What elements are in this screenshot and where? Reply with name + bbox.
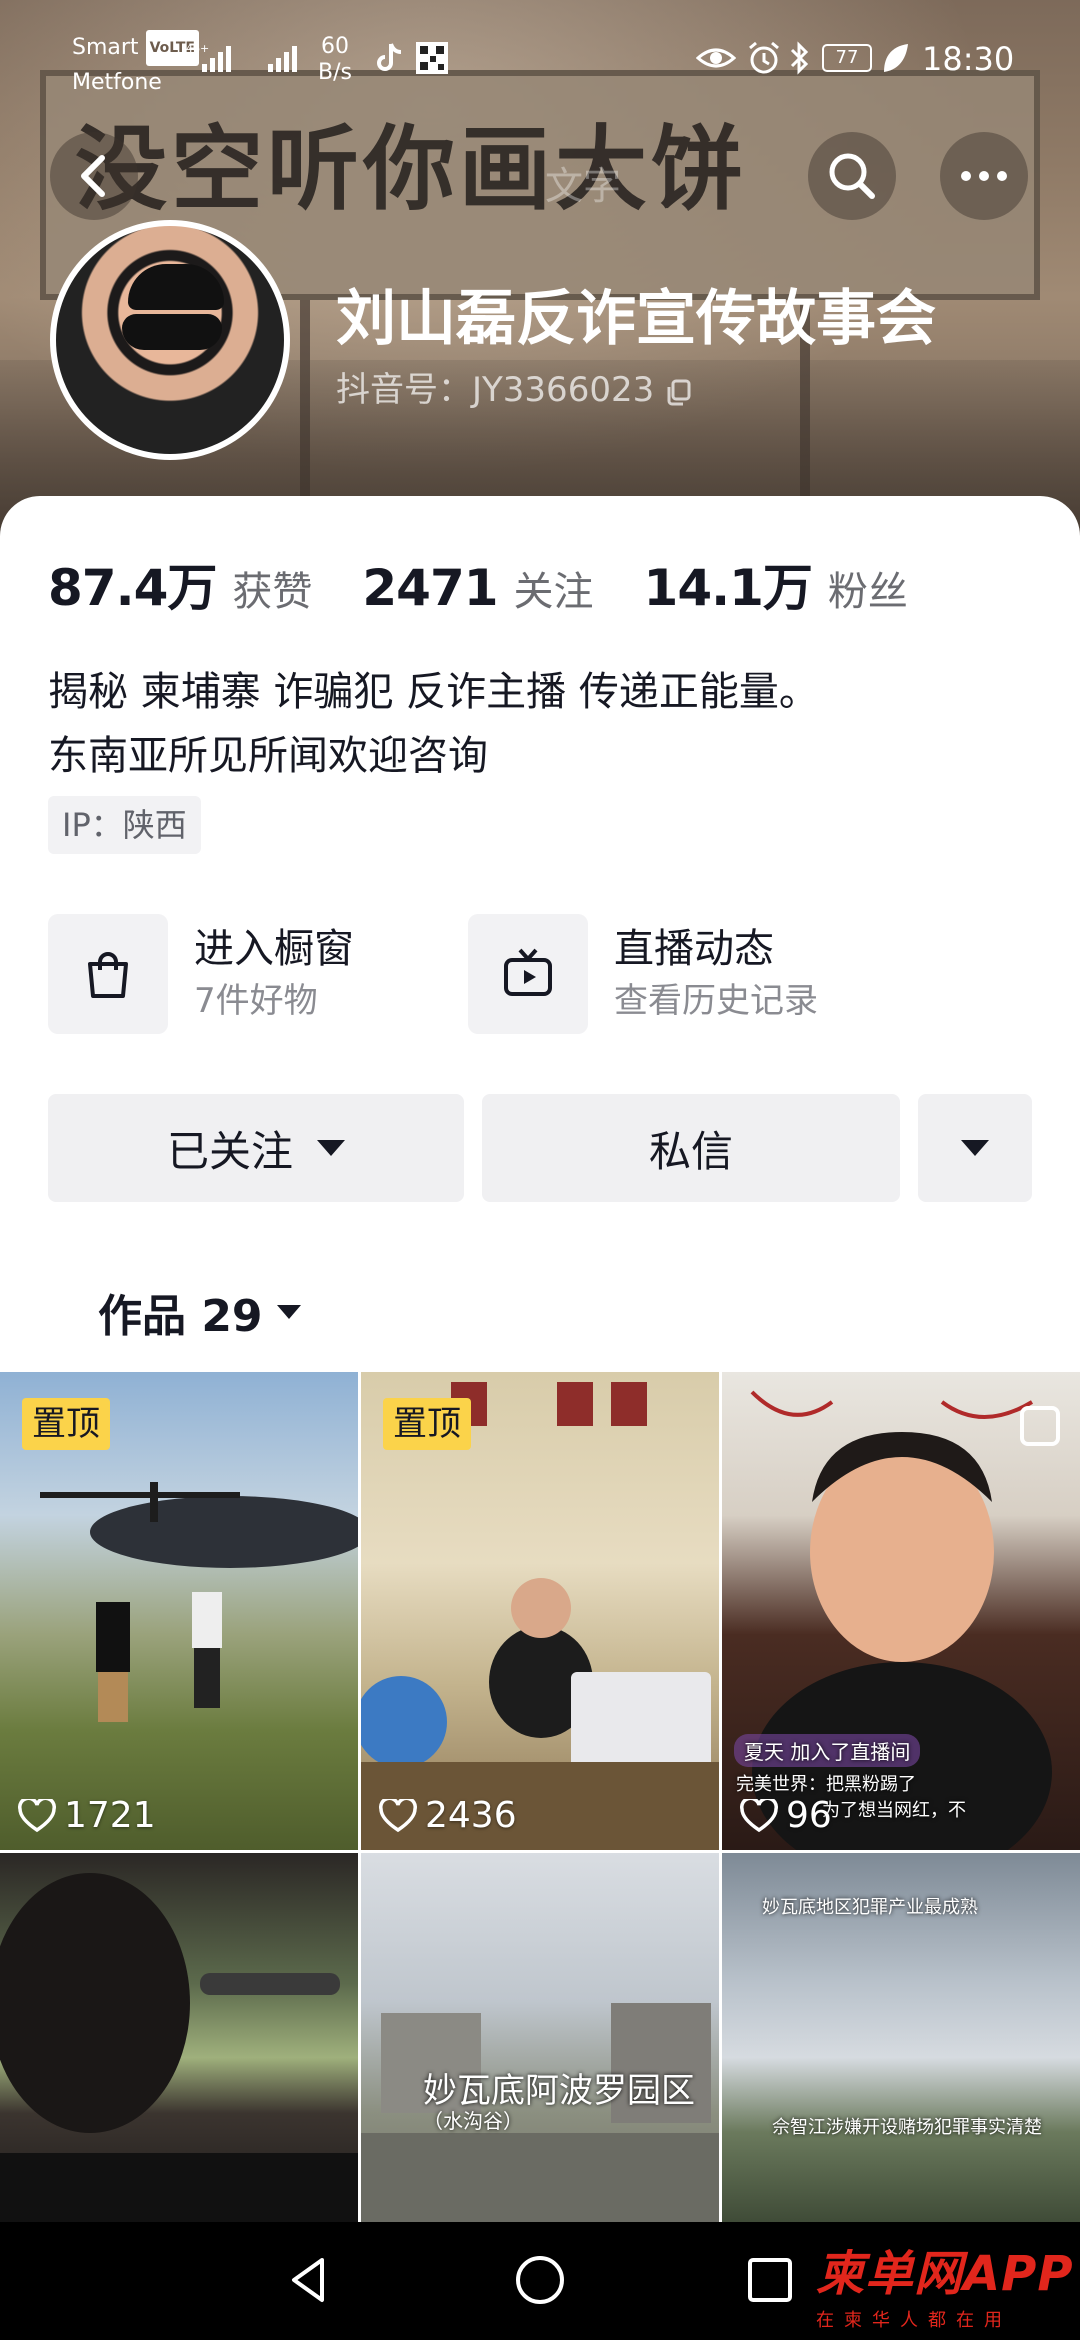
followers-count[interactable]: 14.1万	[644, 548, 813, 620]
pinned-badge: 置顶	[383, 1398, 471, 1450]
video-likes-count: 2436	[425, 1795, 517, 1836]
avatar[interactable]	[50, 220, 290, 460]
video-caption: 佘智江涉嫌开设赌场犯罪事实清楚	[772, 2117, 1042, 2138]
netspeed-unit: B/s	[318, 60, 352, 85]
car-interior-image	[0, 1873, 358, 2225]
video-thumbnail[interactable]: 置顶 2436	[361, 1372, 719, 1850]
likes-count: 87.4万	[48, 559, 217, 617]
followed-label: 已关注	[166, 1126, 293, 1176]
video-likes: 1721	[18, 1795, 156, 1836]
live-comment: 完美世界：把黑粉踢了	[736, 1774, 916, 1795]
eye-icon	[695, 40, 737, 76]
square-recents-icon	[748, 2258, 792, 2302]
video-caption-sub: （水沟谷）	[423, 2109, 523, 2133]
live-join-notice: 夏天 加入了直播间	[734, 1734, 921, 1767]
caret-down-icon	[961, 1140, 989, 1156]
nav-recents-button[interactable]	[740, 2250, 800, 2310]
shopping-bag-icon	[48, 914, 168, 1034]
bluetooth-icon	[788, 40, 824, 76]
live-history-subtitle: 查看历史记录	[614, 981, 818, 1021]
carrier-name-1: Smart	[72, 35, 139, 60]
signal-icon	[266, 40, 306, 80]
live-comment: 为了想当网红，不	[822, 1800, 966, 1821]
followed-button[interactable]: 已关注	[48, 1094, 464, 1202]
live-history-entry[interactable]: 直播动态 查看历史记录	[468, 912, 818, 1036]
avatar-hair	[128, 264, 224, 310]
douyin-id[interactable]: 抖音号：JY3366023	[336, 362, 695, 411]
back-button[interactable]	[50, 132, 138, 220]
chevron-left-icon	[81, 155, 105, 197]
douyin-id-text: 抖音号：JY3366023	[336, 370, 655, 410]
works-tab-label: 作品 29	[98, 1291, 263, 1342]
heart-icon	[379, 1798, 417, 1832]
alarm-icon	[746, 40, 782, 76]
stats-row: 87.4万 获赞 2471 关注 14.1万 粉丝	[48, 548, 958, 617]
compound-image	[361, 2003, 719, 2225]
leaf-icon	[880, 40, 916, 76]
video-thumbnail[interactable]	[0, 1853, 358, 2225]
live-history-title: 直播动态	[614, 926, 774, 972]
network-speed: 60 B/s	[318, 34, 352, 86]
triangle-back-icon	[292, 2258, 324, 2302]
storefront-title: 进入橱窗	[194, 926, 354, 972]
recommend-toggle-button[interactable]	[918, 1094, 1032, 1202]
status-bar: Smart VoLTE Metfone 46+ 60 B/s 77 18:30	[0, 0, 1080, 110]
tab-works[interactable]: 作品 29	[98, 1280, 301, 1344]
video-likes: 96	[740, 1795, 832, 1836]
more-dots-icon	[961, 171, 1007, 181]
search-hint: 文字	[545, 164, 622, 208]
avatar-sunglasses	[122, 314, 222, 350]
circle-home-icon	[516, 2256, 564, 2304]
storefront-subtitle: 7件好物	[194, 981, 318, 1021]
profile-page: 没空听你画大饼 文字 Smart VoLTE Metfone 46+ 60 B/…	[0, 0, 1080, 2340]
watermark-sub: 在柬华人都在用	[816, 2310, 1012, 2331]
video-thumbnail[interactable]: 妙瓦底阿波罗园区 （水沟谷）	[361, 1853, 719, 2225]
video-caption: 妙瓦底地区犯罪产业最成熟	[762, 1897, 978, 1918]
billboard-text: 没空听你画大饼	[75, 116, 748, 223]
search-icon	[829, 153, 875, 199]
video-thumbnail[interactable]: 夏天 加入了直播间 完美世界：把黑粉踢了 为了想当网红，不 96	[722, 1372, 1080, 1850]
nickname: 刘山磊反诈宣传故事会	[336, 284, 936, 354]
watermark-logo: 柬单网APP 在柬华人都在用	[816, 2234, 1074, 2332]
more-button[interactable]	[940, 132, 1028, 220]
select-checkbox[interactable]	[1020, 1406, 1060, 1446]
pinned-badge: 置顶	[22, 1398, 110, 1450]
netspeed-value: 60	[320, 34, 349, 59]
caret-down-icon	[317, 1140, 345, 1156]
following-count[interactable]: 2471	[362, 559, 498, 617]
search-button[interactable]	[808, 132, 896, 220]
signal-type: 46+	[186, 42, 209, 55]
carrier-name-2: Metfone	[72, 70, 162, 95]
clock: 18:30	[922, 40, 1015, 78]
signal-icon: 46+	[186, 40, 240, 80]
message-button[interactable]: 私信	[482, 1094, 900, 1202]
nav-back-button[interactable]	[280, 2250, 340, 2310]
storefront-entry[interactable]: 进入橱窗 7件好物	[48, 912, 354, 1036]
bio: 揭秘 柬埔寨 诈骗犯 反诈主播 传递正能量。 东南亚所见所闻欢迎咨询	[48, 660, 819, 788]
video-thumbnail[interactable]: 妙瓦底地区犯罪产业最成熟 佘智江涉嫌开设赌场犯罪事实清楚	[722, 1853, 1080, 2225]
battery-indicator: 77	[822, 44, 872, 72]
following-label[interactable]: 关注	[514, 559, 594, 617]
bio-line-2: 东南亚所见所闻欢迎咨询	[48, 733, 488, 779]
nav-home-button[interactable]	[510, 2250, 570, 2310]
bio-line-1: 揭秘 柬埔寨 诈骗犯 反诈主播 传递正能量。	[48, 669, 819, 715]
video-thumbnail[interactable]: 置顶 1721	[0, 1372, 358, 1850]
watermark-main: 柬单网APP	[816, 2246, 1074, 2302]
qr-app-icon	[414, 40, 450, 76]
video-likes: 2436	[379, 1795, 517, 1836]
likes-label: 获赞	[232, 569, 313, 615]
heart-icon	[740, 1798, 778, 1832]
tv-icon	[468, 914, 588, 1034]
caret-down-icon	[276, 1305, 301, 1319]
tiktok-icon	[372, 40, 408, 76]
heart-icon	[18, 1798, 56, 1832]
ip-location-tag: IP：陕西	[48, 796, 201, 854]
video-likes-count: 1721	[64, 1795, 156, 1836]
carrier-info: Smart VoLTE Metfone	[72, 30, 199, 100]
video-likes-count: 96	[786, 1795, 832, 1836]
followers-label[interactable]: 粉丝	[828, 559, 908, 617]
copy-icon	[667, 379, 691, 405]
message-label: 私信	[648, 1126, 733, 1176]
